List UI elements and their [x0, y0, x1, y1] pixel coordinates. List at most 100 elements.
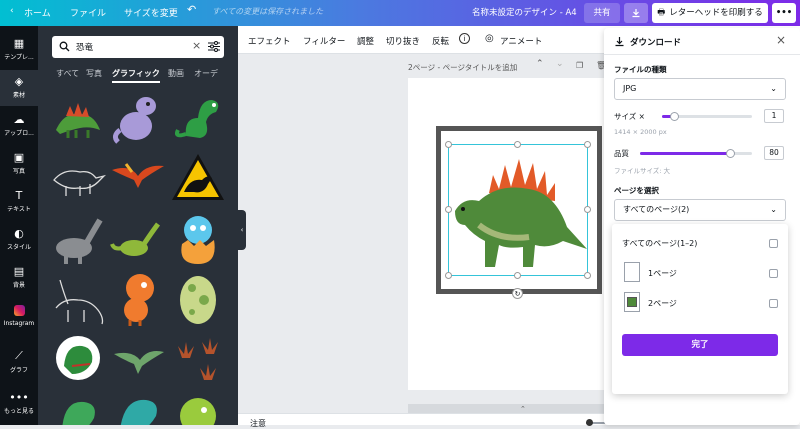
background-icon: ▤ [13, 265, 25, 278]
tab-photos[interactable]: 写真 [86, 68, 102, 79]
download-icon [615, 37, 624, 47]
chevron-down-icon[interactable]: ⌄ [556, 59, 564, 69]
clear-icon[interactable]: × [192, 39, 201, 52]
tab-all[interactable]: すべて [56, 68, 79, 79]
graphic-yellow-green-dino[interactable] [170, 390, 226, 425]
search-input[interactable]: 恐竜 [76, 41, 93, 53]
graphic-green-trex-small[interactable] [50, 390, 106, 425]
notes-button[interactable]: 注意 [250, 418, 266, 429]
filter-button[interactable]: フィルター [303, 35, 345, 47]
quality-slider-knob[interactable] [726, 149, 735, 158]
stegosaurus-image [455, 159, 587, 267]
resize-handle[interactable] [514, 272, 521, 279]
graphic-pterosaur-green[interactable] [110, 330, 166, 388]
rail-item-charts[interactable]: ⟋ グラフ [0, 344, 38, 380]
resize-handle[interactable] [584, 272, 591, 279]
option-all-pages[interactable]: すべてのページ(1–2) [612, 228, 788, 258]
left-rail: ▦ テンプレ... ◈ 素材 ☁ アップロ... ▣ 写真 T テキスト ◐ スタイル ▤ 背… [0, 26, 38, 425]
scroll-up-chevron-icon[interactable]: ⌃ [520, 405, 526, 413]
rail-item-background[interactable]: ▤ 背景 [0, 260, 38, 296]
checkbox[interactable] [769, 269, 778, 278]
filesize-text: ファイルサイズ: 大 [614, 167, 671, 175]
animate-button[interactable]: アニメート [500, 35, 542, 47]
rail-item-text[interactable]: T テキスト [0, 184, 38, 220]
filetype-label: ファイルの種類 [614, 65, 667, 74]
share-button[interactable]: 共有 [584, 3, 620, 23]
resize-handle[interactable] [584, 141, 591, 148]
rail-item-templates[interactable]: ▦ テンプレ... [0, 32, 38, 68]
download-title: ダウンロード [630, 38, 682, 48]
back-chevron-icon[interactable]: ‹ [10, 6, 14, 16]
graphic-green-dino[interactable] [170, 90, 226, 148]
graphic-dino-footprints[interactable] [170, 330, 226, 388]
graphic-orange-trex[interactable] [110, 270, 166, 328]
resize-handle[interactable] [445, 206, 452, 213]
tab-graphics[interactable]: グラフィック [112, 68, 160, 83]
elements-icon: ◈ [14, 75, 24, 88]
crop-button[interactable]: 切り抜き [386, 35, 420, 47]
rotate-icon[interactable]: ↻ [512, 288, 523, 299]
pages-dropdown: すべてのページ(1–2) 1ページ 2ページ 完了 [612, 224, 788, 394]
tab-videos[interactable]: 動画 [168, 68, 184, 79]
download-button[interactable] [624, 3, 648, 23]
resize-handle[interactable] [584, 206, 591, 213]
undo-icon[interactable]: ↶ [187, 3, 196, 16]
file-menu[interactable]: ファイル [70, 6, 106, 19]
graphic-dino-warning-sign[interactable] [170, 150, 226, 208]
graphic-pterodactyl[interactable] [110, 150, 166, 208]
option-page-2[interactable]: 2ページ [612, 288, 788, 318]
graphic-teal-dino[interactable] [110, 390, 166, 425]
graphic-stegosaurus[interactable] [50, 90, 106, 148]
resize-handle[interactable] [514, 141, 521, 148]
duplicate-page-icon[interactable]: ❐ [576, 61, 583, 70]
graphic-triceratops-outline[interactable] [50, 150, 107, 208]
option-page-1[interactable]: 1ページ [612, 258, 788, 288]
checkbox[interactable] [769, 299, 778, 308]
rail-item-photos[interactable]: ▣ 写真 [0, 146, 38, 182]
chart-icon: ⟋ [15, 349, 23, 362]
rail-item-instagram[interactable]: Instagram [0, 298, 38, 334]
page-1-thumbnail [624, 262, 640, 282]
selected-image[interactable] [448, 144, 588, 276]
more-menu-button[interactable]: ••• [772, 3, 796, 23]
effect-button[interactable]: エフェクト [248, 35, 291, 47]
resize-menu[interactable]: サイズを変更 [124, 6, 178, 19]
graphic-trex-breakout[interactable] [50, 330, 106, 388]
graphic-gray-sauropod[interactable] [50, 210, 106, 268]
rail-item-elements[interactable]: ◈ 素材 [0, 70, 38, 106]
tab-audio[interactable]: オーデ [194, 68, 218, 79]
resize-handle[interactable] [445, 272, 452, 279]
home-button[interactable]: ホーム [24, 6, 51, 19]
rail-item-more[interactable]: ••• もっと見る [0, 386, 38, 422]
design-page[interactable]: ↻ [408, 78, 629, 390]
page-title-label[interactable]: 2ページ - ページタイトルを追加 [408, 62, 517, 73]
done-button[interactable]: 完了 [622, 334, 778, 356]
top-bar: ‹ ホーム ファイル サイズを変更 ↶ すべての変更は保存されました 名称未設定… [0, 0, 800, 26]
filetype-select[interactable]: JPG ⌄ [614, 78, 786, 100]
print-letterhead-button[interactable]: 🖶 レターヘッドを印刷する [652, 3, 768, 23]
close-icon[interactable]: × [776, 33, 786, 47]
quality-input[interactable]: 80 [764, 146, 784, 160]
size-slider[interactable] [662, 112, 752, 121]
search-box[interactable]: 恐竜 × [52, 36, 224, 58]
adjust-button[interactable]: 調整 [357, 35, 374, 47]
design-title[interactable]: 名称未設定のデザイン - A4 [472, 6, 577, 18]
rail-item-uploads[interactable]: ☁ アップロ... [0, 108, 38, 144]
size-slider-knob[interactable] [670, 112, 679, 121]
graphic-green-sauropod[interactable] [110, 210, 166, 268]
filter-settings-icon[interactable] [208, 41, 220, 52]
quality-slider[interactable] [640, 149, 752, 158]
rail-item-styles[interactable]: ◐ スタイル [0, 222, 38, 258]
info-icon[interactable]: i [459, 33, 470, 44]
graphic-purple-dino[interactable] [110, 90, 166, 148]
pages-select[interactable]: すべてのページ(2) ⌄ [614, 199, 786, 221]
chevron-down-icon: ⌄ [770, 205, 777, 214]
chevron-up-icon[interactable]: ⌃ [536, 59, 544, 69]
flip-button[interactable]: 反転 [432, 35, 449, 47]
resize-handle[interactable] [445, 141, 452, 148]
size-input[interactable]: 1 [764, 109, 784, 123]
graphic-spotted-egg[interactable] [170, 270, 226, 328]
graphic-dino-egg-hatch[interactable] [170, 210, 226, 268]
checkbox[interactable] [769, 239, 778, 248]
graphic-sauropod-outline[interactable] [50, 270, 106, 328]
